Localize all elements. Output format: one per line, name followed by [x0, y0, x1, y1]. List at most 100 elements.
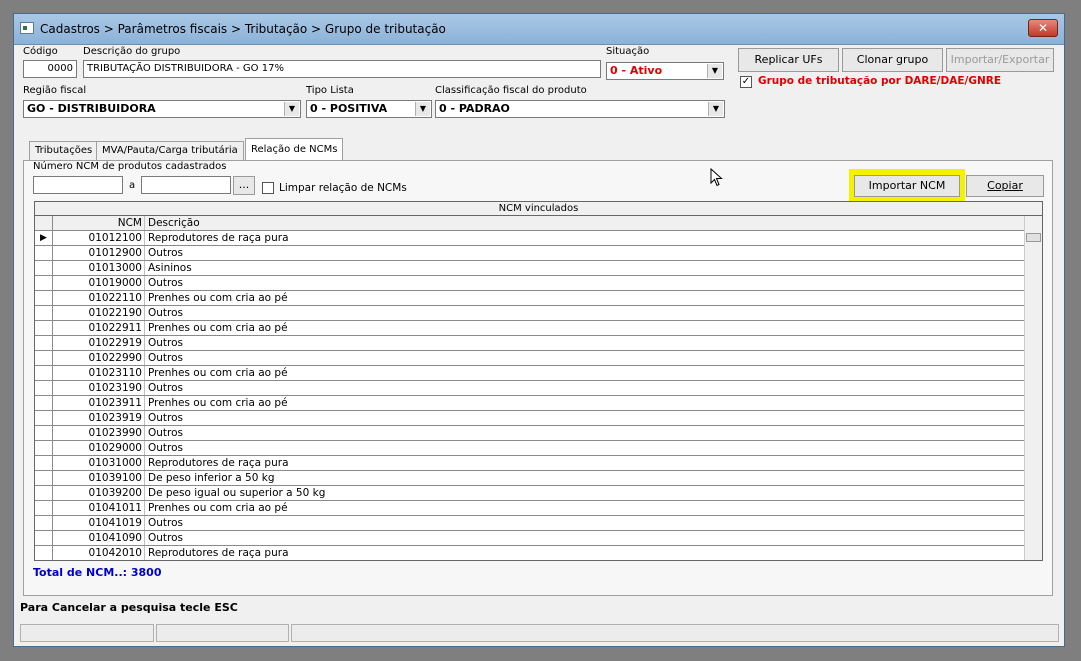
descricao-cell: Prenhes ou com cria ao pé: [148, 322, 288, 334]
row-indicator[interactable]: [35, 261, 53, 275]
table-row[interactable]: 01039100 De peso inferior a 50 kg: [35, 471, 1025, 486]
row-indicator[interactable]: [35, 336, 53, 350]
chevron-down-icon[interactable]: ▼: [284, 102, 299, 116]
descricao-cell: Outros: [148, 517, 184, 529]
column-header-ncm[interactable]: NCM: [54, 216, 145, 230]
dare-label: Grupo de tributação por DARE/DAE/GNRE: [758, 75, 1002, 87]
row-indicator[interactable]: [35, 291, 53, 305]
replicar-ufs-button[interactable]: Replicar UFs: [738, 48, 839, 72]
ncm-grid: NCM Descrição ▶ 01012100 Reprodutores de r…: [34, 216, 1043, 561]
table-row[interactable]: 01041090 Outros: [35, 531, 1025, 546]
row-indicator[interactable]: [35, 351, 53, 365]
ncm-cell: 01023110: [54, 366, 145, 380]
row-indicator[interactable]: [35, 411, 53, 425]
tab-tributacoes[interactable]: Tributações: [29, 141, 99, 160]
dare-checkbox[interactable]: ✓: [740, 76, 752, 88]
ncm-cell: 01029000: [54, 441, 145, 455]
grid-title: NCM vinculados: [34, 201, 1043, 216]
tab-mva-pauta-carga[interactable]: MVA/Pauta/Carga tributária: [96, 141, 244, 160]
tipo-lista-select[interactable]: 0 - POSITIVA ▼: [306, 100, 432, 118]
row-indicator[interactable]: [35, 396, 53, 410]
tipo-lista-label: Tipo Lista: [306, 85, 354, 96]
ncm-cell: 01022919: [54, 336, 145, 350]
table-row[interactable]: 01023911 Prenhes ou com cria ao pé: [35, 396, 1025, 411]
table-row[interactable]: 01012900 Outros: [35, 246, 1025, 261]
regiao-label: Região fiscal: [23, 85, 87, 96]
codigo-field[interactable]: 0000: [23, 60, 77, 78]
row-indicator[interactable]: [35, 531, 53, 545]
tab-relacao-ncms[interactable]: Relação de NCMs: [245, 138, 344, 161]
classificacao-value: 0 - PADRAO: [439, 102, 510, 115]
ncm-cell: 01041011: [54, 501, 145, 515]
row-indicator[interactable]: [35, 486, 53, 500]
importar-ncm-button[interactable]: Importar NCM: [854, 175, 960, 197]
mouse-cursor-icon: [710, 168, 723, 187]
descricao-label: Descrição do grupo: [83, 46, 181, 57]
row-indicator[interactable]: [35, 456, 53, 470]
classificacao-select[interactable]: 0 - PADRAO ▼: [435, 100, 725, 118]
app-icon: [20, 22, 34, 34]
row-indicator[interactable]: [35, 546, 53, 560]
table-row[interactable]: 01039200 De peso igual ou superior a 50 k…: [35, 486, 1025, 501]
row-indicator[interactable]: [35, 321, 53, 335]
descricao-field[interactable]: TRIBUTAÇÃO DISTRIBUIDORA - GO 17%: [83, 60, 601, 78]
ncm-cell: 01023990: [54, 426, 145, 440]
ncm-cell: 01042010: [54, 546, 145, 560]
ellipsis-button[interactable]: ...: [233, 176, 255, 195]
table-row[interactable]: 01022919 Outros: [35, 336, 1025, 351]
situacao-select[interactable]: 0 - Ativo ▼: [606, 62, 724, 80]
row-indicator[interactable]: [35, 246, 53, 260]
table-row[interactable]: 01019000 Outros: [35, 276, 1025, 291]
table-row[interactable]: 01023990 Outros: [35, 426, 1025, 441]
descricao-cell: Reprodutores de raça pura: [148, 457, 289, 469]
table-row[interactable]: 01023110 Prenhes ou com cria ao pé: [35, 366, 1025, 381]
row-indicator[interactable]: [35, 516, 53, 530]
table-row[interactable]: 01013000 Asininos: [35, 261, 1025, 276]
limpar-checkbox[interactable]: [262, 182, 274, 194]
copiar-button[interactable]: Copiar: [966, 175, 1044, 197]
descricao-cell: Prenhes ou com cria ao pé: [148, 397, 288, 409]
table-row[interactable]: 01023190 Outros: [35, 381, 1025, 396]
table-row[interactable]: 01031000 Reprodutores de raça pura: [35, 456, 1025, 471]
table-row[interactable]: 01022990 Outros: [35, 351, 1025, 366]
ncm-from-input[interactable]: [33, 176, 123, 194]
regiao-select[interactable]: GO - DISTRIBUIDORA ▼: [23, 100, 301, 118]
vertical-scrollbar[interactable]: [1024, 216, 1042, 560]
row-indicator[interactable]: [35, 471, 53, 485]
descricao-cell: Outros: [148, 247, 184, 259]
chevron-down-icon[interactable]: ▼: [707, 64, 722, 78]
chevron-down-icon[interactable]: ▼: [708, 102, 723, 116]
row-indicator[interactable]: [35, 426, 53, 440]
column-header-descricao[interactable]: Descrição: [148, 216, 200, 230]
total-ncm-label: Total de NCM..: 3800: [33, 566, 162, 579]
table-row[interactable]: 01022110 Prenhes ou com cria ao pé: [35, 291, 1025, 306]
row-indicator[interactable]: [35, 441, 53, 455]
row-indicator[interactable]: [35, 501, 53, 515]
ncm-cell: 01013000: [54, 261, 145, 275]
table-row[interactable]: 01041019 Outros: [35, 516, 1025, 531]
row-indicator[interactable]: [35, 366, 53, 380]
a-label: a: [129, 180, 136, 191]
row-indicator[interactable]: [35, 276, 53, 290]
descricao-cell: Prenhes ou com cria ao pé: [148, 292, 288, 304]
table-row[interactable]: 01029000 Outros: [35, 441, 1025, 456]
table-row[interactable]: 01042010 Reprodutores de raça pura: [35, 546, 1025, 560]
close-button[interactable]: ✕: [1028, 19, 1058, 37]
row-indicator[interactable]: [35, 381, 53, 395]
table-row[interactable]: ▶ 01012100 Reprodutores de raça pura: [35, 231, 1025, 246]
title-bar: Cadastros > Parâmetros fiscais > Tributa…: [14, 14, 1064, 45]
classificacao-label: Classificação fiscal do produto: [435, 85, 587, 96]
table-row[interactable]: 01023919 Outros: [35, 411, 1025, 426]
clonar-grupo-button[interactable]: Clonar grupo: [842, 48, 943, 72]
chevron-down-icon[interactable]: ▼: [415, 102, 430, 116]
table-row[interactable]: 01022911 Prenhes ou com cria ao pé: [35, 321, 1025, 336]
row-indicator[interactable]: [35, 306, 53, 320]
table-row[interactable]: 01041011 Prenhes ou com cria ao pé: [35, 501, 1025, 516]
ncm-to-input[interactable]: [141, 176, 231, 194]
importar-exportar-button[interactable]: Importar/Exportar: [946, 48, 1054, 72]
row-indicator[interactable]: ▶: [35, 231, 53, 245]
descricao-cell: Outros: [148, 307, 184, 319]
table-row[interactable]: 01022190 Outros: [35, 306, 1025, 321]
scrollbar-thumb[interactable]: [1026, 233, 1041, 242]
regiao-value: GO - DISTRIBUIDORA: [27, 102, 156, 115]
